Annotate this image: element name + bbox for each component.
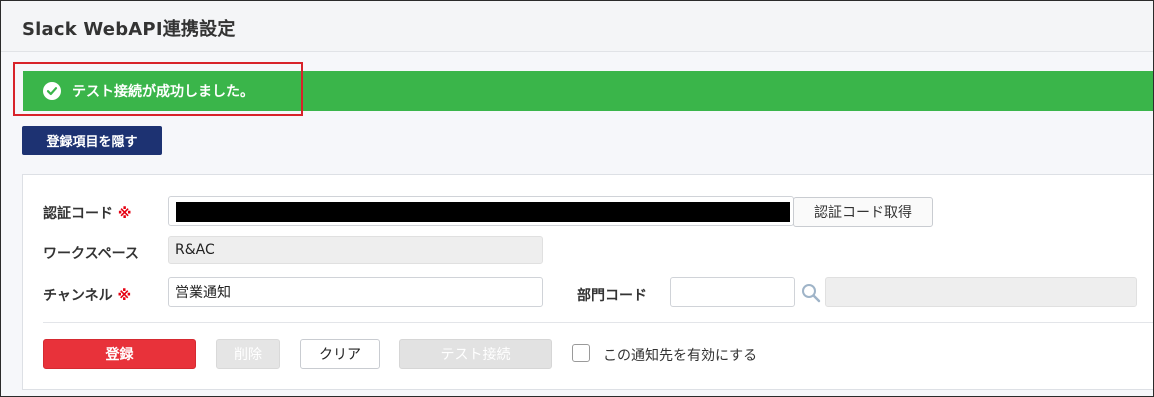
test-connection-button[interactable]: テスト接続 xyxy=(399,339,552,369)
channel-label-text: チャンネル xyxy=(43,288,113,304)
title-bar: Slack WebAPI連携設定 xyxy=(1,1,1153,52)
channel-value: 営業通知 xyxy=(175,285,231,301)
department-name-field xyxy=(825,277,1137,307)
auth-code-label-text: 認証コード xyxy=(43,206,113,222)
auth-code-label: 認証コード ※ xyxy=(43,203,132,223)
page-title: Slack WebAPI連携設定 xyxy=(22,19,236,40)
channel-input[interactable]: 営業通知 xyxy=(168,277,543,307)
channel-label: チャンネル ※ xyxy=(43,285,131,305)
delete-button[interactable]: 削除 xyxy=(216,339,280,369)
highlight-box xyxy=(13,62,303,116)
hide-fields-button[interactable]: 登録項目を隠す xyxy=(22,126,162,155)
search-icon[interactable] xyxy=(801,283,821,303)
enable-checkbox[interactable] xyxy=(572,344,590,362)
divider xyxy=(43,322,1153,323)
enable-checkbox-label: この通知先を有効にする xyxy=(603,348,758,364)
workspace-label: ワークスペース xyxy=(43,246,139,262)
department-code-input[interactable] xyxy=(670,277,795,307)
workspace-value: R&AC xyxy=(175,242,215,258)
required-mark: ※ xyxy=(117,288,132,304)
redacted-bar xyxy=(176,202,790,222)
department-code-label: 部門コード xyxy=(577,288,647,304)
get-auth-code-button[interactable]: 認証コード取得 xyxy=(793,197,933,227)
settings-window: Slack WebAPI連携設定 テスト接続が成功しました。 登録項目を隠す 認… xyxy=(0,0,1154,397)
required-mark: ※ xyxy=(117,206,132,222)
workspace-field: R&AC xyxy=(168,236,543,264)
clear-button[interactable]: クリア xyxy=(300,339,380,369)
register-button[interactable]: 登録 xyxy=(43,339,196,369)
